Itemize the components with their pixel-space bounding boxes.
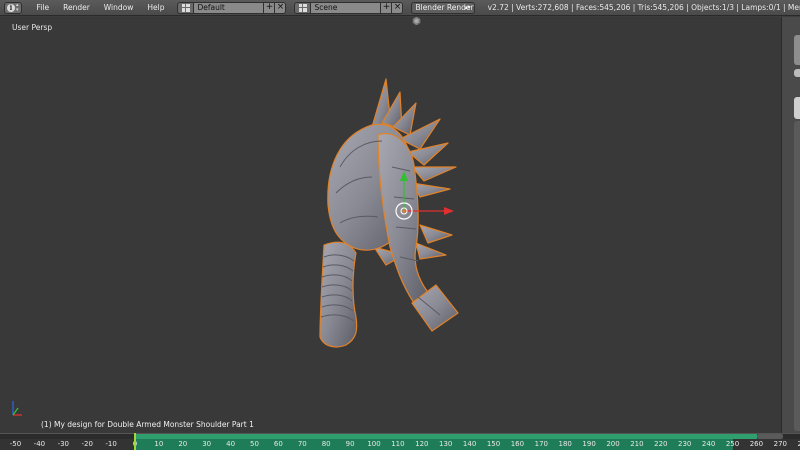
- frame-tick-label: 60: [273, 440, 283, 448]
- scene-icon: [298, 3, 307, 12]
- properties-edge-strip: [781, 17, 800, 434]
- frame-tick-label: 30: [202, 440, 212, 448]
- monster-shoulder-mesh[interactable]: [319, 78, 459, 348]
- render-engine-select[interactable]: Blender Render ▴▾: [411, 1, 475, 14]
- properties-toggle-tab[interactable]: [794, 69, 800, 77]
- timeline[interactable]: -50-40-30-20-100102030405060708090100110…: [0, 433, 800, 450]
- frame-tick-label: 10: [154, 440, 164, 448]
- menu-help[interactable]: Help: [140, 0, 171, 15]
- frame-tick-label: 120: [415, 440, 429, 448]
- outliner-tab[interactable]: [794, 97, 800, 119]
- menu-file[interactable]: File: [30, 0, 57, 15]
- frame-tick-label: 160: [510, 440, 525, 448]
- frame-tick-label: 230: [678, 440, 692, 448]
- remove-scene-button[interactable]: ×: [392, 1, 404, 14]
- frame-tick-label: 20: [178, 440, 188, 448]
- info-icon: i: [7, 3, 15, 12]
- menu-window[interactable]: Window: [97, 0, 141, 15]
- frame-tick-label: -20: [81, 440, 93, 448]
- active-object-label: (1) My design for Double Armed Monster S…: [41, 420, 254, 429]
- info-header: i ▴ ▾ File Render Window Help Default + ×…: [0, 0, 800, 16]
- mesh-render[interactable]: [0, 17, 781, 434]
- frame-tick-label: 130: [439, 440, 453, 448]
- frame-tick-label: 170: [534, 440, 548, 448]
- screen-layout-selector: Default + ×: [177, 1, 287, 14]
- remove-layout-button[interactable]: ×: [275, 1, 287, 14]
- frame-tick-label: 140: [462, 440, 477, 448]
- current-frame-cursor[interactable]: [134, 433, 136, 450]
- screen-layout-name[interactable]: Default: [194, 1, 265, 14]
- properties-region-tab[interactable]: [794, 35, 800, 65]
- frame-tick-label: 270: [773, 440, 787, 448]
- frame-tick-label: 250: [725, 440, 740, 448]
- frame-tick-label: 240: [701, 440, 716, 448]
- frame-tick-label: 50: [250, 440, 259, 448]
- chevron-updown-icon: ▴▾: [464, 3, 471, 11]
- scene-menu-button[interactable]: [294, 1, 312, 14]
- frame-tick-label: -40: [33, 440, 46, 448]
- chevron-updown-icon: ▴▾: [16, 1, 19, 13]
- 3d-viewport[interactable]: User Persp ✺ (1) My design for Double Ar…: [0, 15, 781, 434]
- layout-grid-icon: [181, 3, 190, 12]
- frame-tick-label: 80: [321, 440, 331, 448]
- frame-tick-label: 110: [391, 440, 405, 448]
- frame-tick-label: 40: [226, 440, 236, 448]
- scene-stats: v2.72 | Verts:272,608 | Faces:545,206 | …: [487, 3, 800, 12]
- frame-tick-label: 260: [749, 440, 764, 448]
- main-menu: File Render Window Help: [30, 0, 172, 15]
- frame-tick-label: -30: [57, 440, 70, 448]
- frame-tick-label: 150: [486, 440, 501, 448]
- add-layout-button[interactable]: +: [264, 1, 276, 14]
- frame-tick-label: 90: [345, 440, 355, 448]
- frame-tick-label: 70: [297, 440, 307, 448]
- frame-tick-label: 190: [582, 440, 596, 448]
- menu-render[interactable]: Render: [56, 0, 97, 15]
- add-scene-button[interactable]: +: [381, 1, 393, 14]
- frame-tick-label: 100: [367, 440, 381, 448]
- editor-type-button[interactable]: i ▴ ▾: [4, 1, 22, 14]
- frame-tick-label: 180: [558, 440, 572, 448]
- axis-orientation-icon: [12, 401, 22, 416]
- scene-name[interactable]: Scene: [311, 1, 382, 14]
- panel-scrollbar[interactable]: [794, 121, 800, 431]
- frame-tick-label: 210: [630, 440, 644, 448]
- screen-layout-menu-button[interactable]: [177, 1, 195, 14]
- frame-tick-label: 220: [654, 440, 668, 448]
- scene-selector: Scene + ×: [294, 1, 404, 14]
- frame-tick-label: -50: [9, 440, 22, 448]
- frame-tick-label: -10: [105, 440, 117, 448]
- frame-tick-label: 200: [606, 440, 620, 448]
